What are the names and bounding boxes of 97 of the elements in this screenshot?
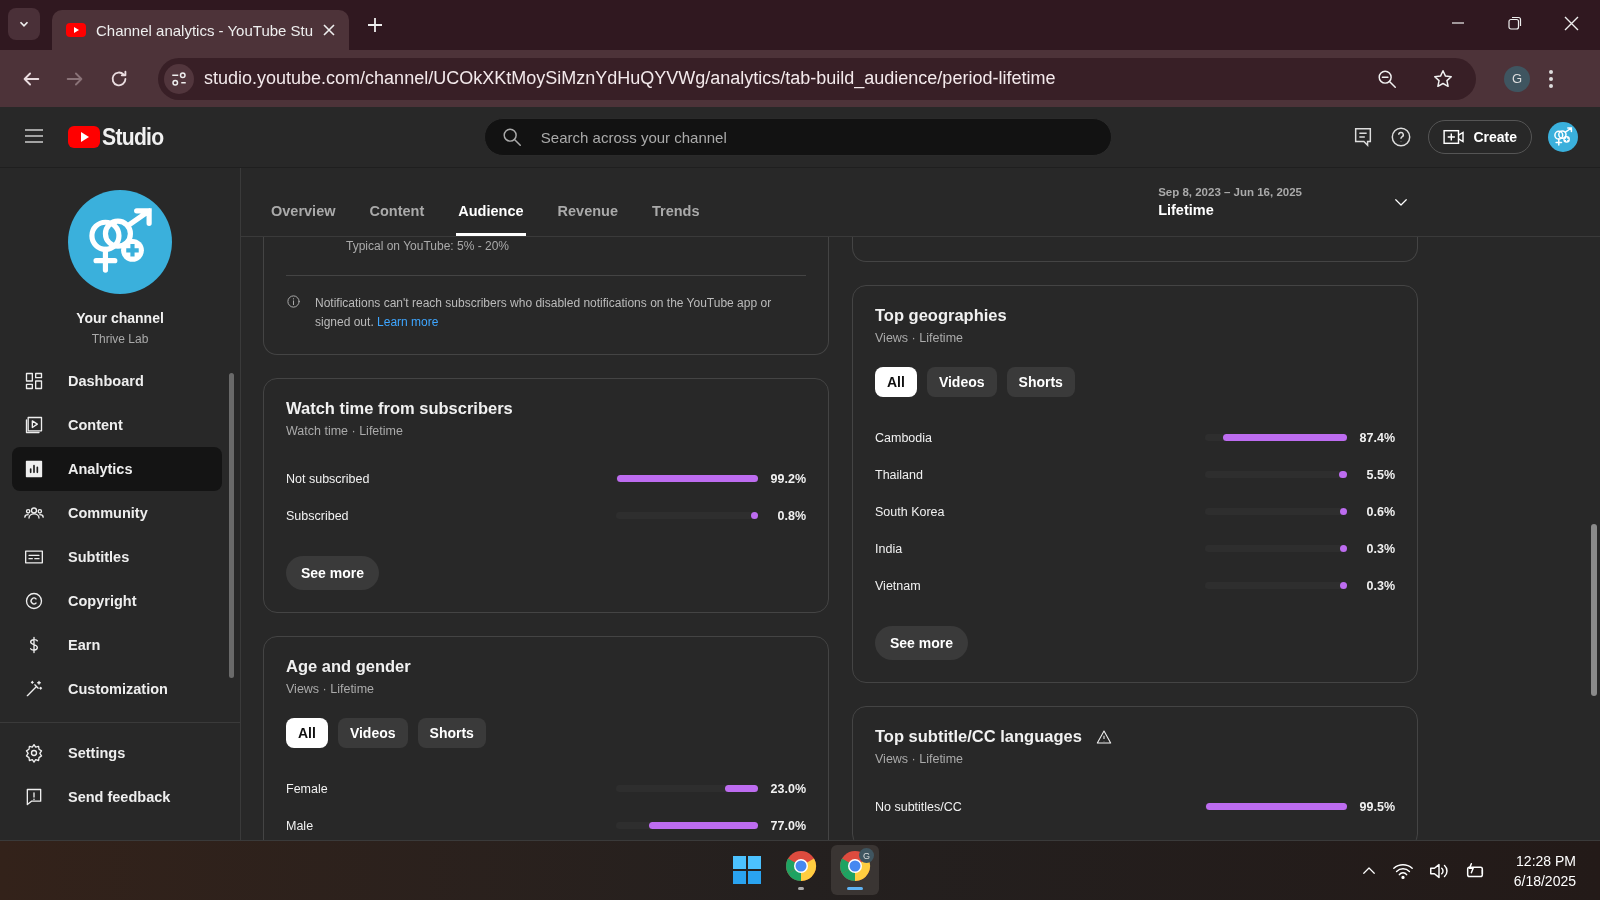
filter-chip[interactable]: Shorts [417, 718, 486, 748]
notice-text: Notifications can't reach subscribers who disabled notifications on the YouTube app or signed out. Learn more [315, 295, 773, 331]
row-label: No subtitles/CC [875, 799, 962, 814]
browser-taskbar-button[interactable]: G [831, 845, 879, 895]
row-label: India [875, 541, 903, 556]
sidebar-item[interactable]: Subtitles [12, 535, 222, 579]
filter-chip[interactable]: Videos [926, 367, 997, 397]
sidebar-item[interactable]: Earn [12, 623, 222, 667]
sidebar-item[interactable]: Send feedback [12, 775, 222, 819]
help-button[interactable] [1390, 126, 1413, 148]
sidebar-item[interactable]: Copyright [12, 579, 222, 623]
row-label: Vietnam [875, 578, 921, 593]
address-bar[interactable]: studio.youtube.com/channel/UCOkXKtMoySiMznYdHuQYVWg/analytics/tab-build_audience/period-lifetime [158, 57, 1476, 100]
sidebar-item[interactable]: Community [12, 491, 222, 535]
sidebar-item[interactable]: Customization [12, 667, 222, 711]
chrome-icon [785, 850, 817, 882]
card-subtitle: Views · Lifetime [875, 331, 964, 345]
channel-avatar-icon [68, 190, 172, 294]
filter-chip[interactable]: All [286, 718, 328, 748]
feedback-icon [24, 787, 44, 807]
row-label: South Korea [875, 504, 945, 519]
logo-text: Studio [102, 123, 164, 151]
analytics-tab[interactable]: Content [367, 203, 427, 236]
row-value: 0.8% [776, 508, 806, 523]
row-value: 99.2% [769, 471, 806, 486]
row-value: 99.5% [1358, 799, 1395, 814]
row-value: 77.0% [769, 818, 806, 833]
learn-more-link[interactable]: Learn more [377, 315, 439, 329]
menu-icon [24, 127, 44, 144]
browser-tab[interactable]: Channel analytics - YouTube Stu [52, 10, 350, 50]
sidebar-item[interactable]: Settings [12, 731, 222, 775]
filter-chip[interactable]: Shorts [1006, 367, 1075, 397]
row-label: Female [286, 781, 328, 796]
profile-button[interactable]: G [1504, 65, 1530, 92]
filter-chip[interactable]: Videos [337, 718, 408, 748]
period-label: Lifetime [1158, 202, 1215, 218]
row-value: 0.6% [1365, 504, 1395, 519]
windows-logo-icon [732, 855, 762, 885]
row-label: Cambodia [875, 430, 932, 445]
scrollbar-thumb[interactable] [229, 373, 234, 678]
restore-icon [1507, 16, 1522, 30]
youtube-icon [66, 23, 86, 37]
see-more-button[interactable]: See more [286, 556, 380, 590]
filter-chip[interactable]: All [875, 367, 917, 397]
row-value: 5.5% [1365, 467, 1395, 482]
info-icon [286, 294, 301, 309]
clock-date: 6/18/2025 [1513, 872, 1576, 889]
help-icon [1390, 126, 1413, 148]
row-value: 0.3% [1365, 578, 1395, 593]
card-subtitle: Views · Lifetime [875, 752, 964, 766]
see-more-button[interactable]: See more [875, 626, 969, 660]
row-value: 23.0% [769, 781, 806, 796]
profile-badge: G [859, 848, 874, 863]
card-subtitle: Views · Lifetime [286, 682, 375, 696]
search-bar[interactable]: Search across your channel [483, 118, 1112, 156]
close-icon[interactable] [323, 24, 336, 36]
plus-icon [367, 17, 384, 33]
analytics-tab[interactable]: Overview [269, 203, 338, 236]
analytics-tab[interactable]: Trends [650, 203, 702, 236]
row-value: 87.4% [1358, 430, 1395, 445]
card-title: Top geographies [875, 306, 1007, 325]
settings-icon [24, 743, 44, 763]
youtube-logo-icon [68, 126, 100, 148]
date-range: Sep 8, 2023 – Jun 16, 2025 [1158, 186, 1302, 198]
analytics-tab[interactable]: Revenue [555, 203, 620, 236]
row-label: Thailand [875, 467, 923, 482]
row-value: 0.3% [1365, 541, 1395, 556]
card-title: Top subtitle/CC languages [875, 727, 1082, 746]
sliders-icon [170, 69, 188, 88]
card-title: Age and gender [286, 657, 411, 676]
clock-time: 12:28 PM [1516, 852, 1576, 869]
channel-name: Thrive Lab [91, 332, 149, 346]
tab-search-button[interactable] [8, 8, 40, 40]
close-icon [1564, 15, 1579, 31]
chrome-icon [839, 850, 871, 882]
avatar-icon [1548, 122, 1578, 152]
card-subtitle: Watch time · Lifetime [286, 424, 404, 438]
magic-wand-icon [24, 679, 44, 699]
row-label: Male [286, 818, 314, 833]
bar-chart-icon [24, 459, 44, 479]
typical-range-text: Typical on YouTube: 5% - 20% [345, 239, 510, 253]
sidebar-item[interactable]: Dashboard [12, 359, 222, 403]
site-info-button[interactable] [164, 63, 194, 94]
card-title: Watch time from subscribers [286, 399, 513, 418]
copyright-icon [24, 591, 44, 611]
scrollbar-thumb[interactable] [1591, 524, 1597, 696]
sidebar-item[interactable]: Content [12, 403, 222, 447]
search-field[interactable]: Search across your channel [538, 127, 1095, 147]
more-icon[interactable] [1548, 68, 1554, 89]
video-plus-icon [1443, 128, 1466, 146]
row-label: Not subscribed [286, 471, 370, 486]
sidebar-item[interactable]: Analytics [12, 447, 222, 491]
row-label: Subscribed [286, 508, 349, 523]
star-icon [1432, 67, 1454, 90]
channel-title: Your channel [76, 310, 164, 326]
video-icon [24, 415, 44, 435]
dashboard-icon [24, 371, 44, 391]
